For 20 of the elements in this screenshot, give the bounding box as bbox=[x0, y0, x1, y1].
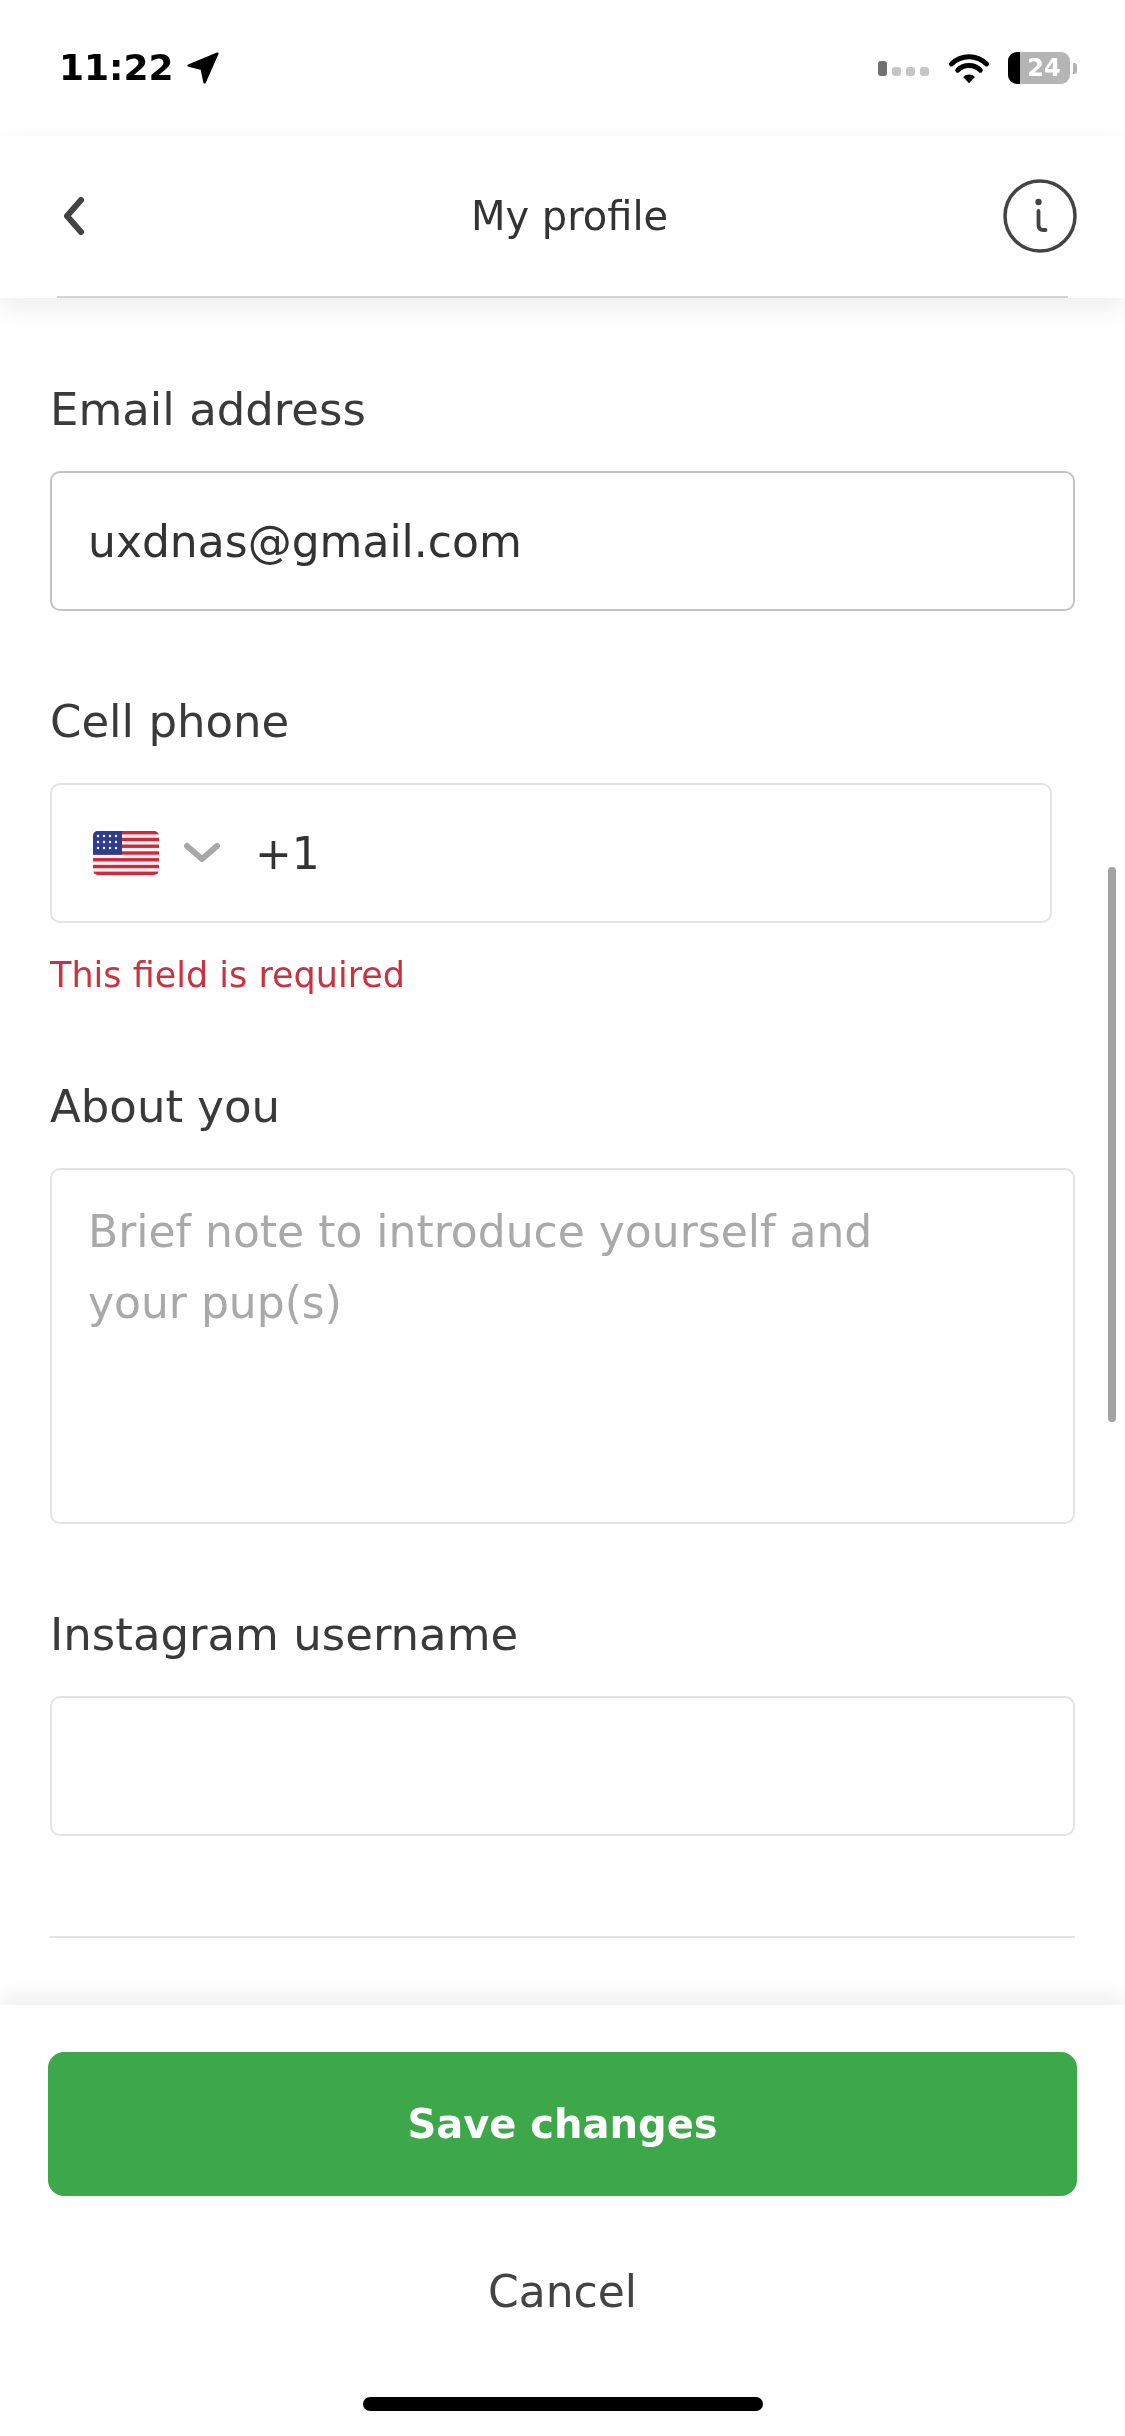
wifi-icon bbox=[948, 52, 990, 84]
cancel-button[interactable]: Cancel bbox=[487, 2265, 638, 2319]
back-icon[interactable] bbox=[62, 196, 86, 236]
input-field[interactable] bbox=[50, 1696, 1075, 1836]
info-icon[interactable] bbox=[1003, 179, 1077, 253]
flag-icon bbox=[93, 831, 159, 875]
field-label: Email address bbox=[50, 383, 367, 437]
input-field[interactable]: uxdnas@gmail.com bbox=[50, 471, 1075, 611]
error-message: This field is required bbox=[50, 954, 407, 996]
field-label: About you bbox=[50, 1080, 282, 1134]
textarea-field[interactable]: Brief note to introduce yourself and your pup(s) bbox=[50, 1168, 1075, 1524]
page-title: My profile bbox=[470, 192, 669, 241]
phone-input[interactable]: +1 bbox=[255, 823, 1030, 883]
status-time: 11:22 bbox=[59, 47, 174, 89]
field-label: Instagram username bbox=[50, 1608, 520, 1662]
signal-icon bbox=[878, 60, 930, 76]
battery-indicator: 24 bbox=[1008, 52, 1077, 84]
location-arrow-icon bbox=[185, 52, 220, 84]
field-label: Cell phone bbox=[50, 695, 291, 749]
phone-field[interactable]: +1 bbox=[50, 783, 1052, 923]
